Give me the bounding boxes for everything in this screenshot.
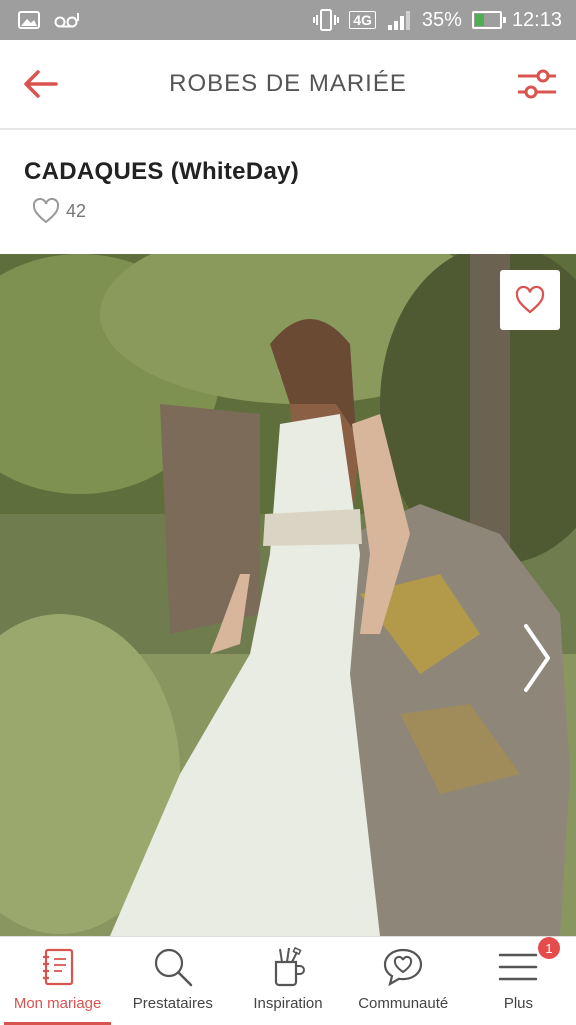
likes-counter[interactable]: 42 [32, 198, 86, 224]
arrow-left-icon[interactable] [22, 68, 58, 100]
tab-prestataires[interactable]: Prestataires [115, 937, 230, 1025]
tab-label: Communauté [358, 995, 449, 1012]
page-title: ROBES DE MARIÉE [169, 70, 407, 97]
heart-outline-icon [32, 198, 60, 224]
tab-inspiration[interactable]: Inspiration [230, 937, 345, 1025]
tab-label: Inspiration [253, 995, 323, 1012]
vibrate-icon [313, 9, 340, 31]
voicemail-icon [54, 13, 79, 28]
battery-percent: 35% [421, 8, 462, 31]
search-icon [151, 945, 195, 989]
tab-mon-mariage[interactable]: Mon mariage [0, 937, 115, 1025]
tab-plus[interactable]: 1 Plus [461, 937, 576, 1025]
dress-name: CADAQUES (WhiteDay) [24, 158, 300, 185]
menu-icon [496, 945, 540, 989]
sliders-icon[interactable] [516, 66, 558, 102]
tab-label: Plus [503, 995, 533, 1012]
tab-label: Prestataires [132, 995, 213, 1012]
app-bar: ROBES DE MARIÉE [0, 40, 576, 130]
chevron-right-icon[interactable] [522, 622, 552, 694]
battery-icon [471, 11, 506, 29]
likes-count: 42 [66, 200, 87, 221]
status-bar: 4G 35% 12:13 [0, 0, 576, 40]
network-type: 4G [349, 11, 376, 29]
chat-heart-icon [381, 945, 425, 989]
mug-icon [266, 945, 310, 989]
clock: 12:13 [511, 8, 562, 31]
dress-photo[interactable] [0, 254, 576, 936]
notebook-icon [36, 945, 80, 989]
gallery-icon [18, 11, 40, 29]
signal-icon [387, 11, 410, 30]
tab-communaute[interactable]: Communauté [346, 937, 461, 1025]
bottom-tab-bar: Mon mariage Prestataires Inspiration Com… [0, 936, 576, 1025]
notification-badge: 1 [538, 937, 561, 959]
tab-label: Mon mariage [13, 995, 102, 1012]
favorite-button[interactable] [500, 270, 560, 330]
heart-icon [515, 286, 545, 314]
